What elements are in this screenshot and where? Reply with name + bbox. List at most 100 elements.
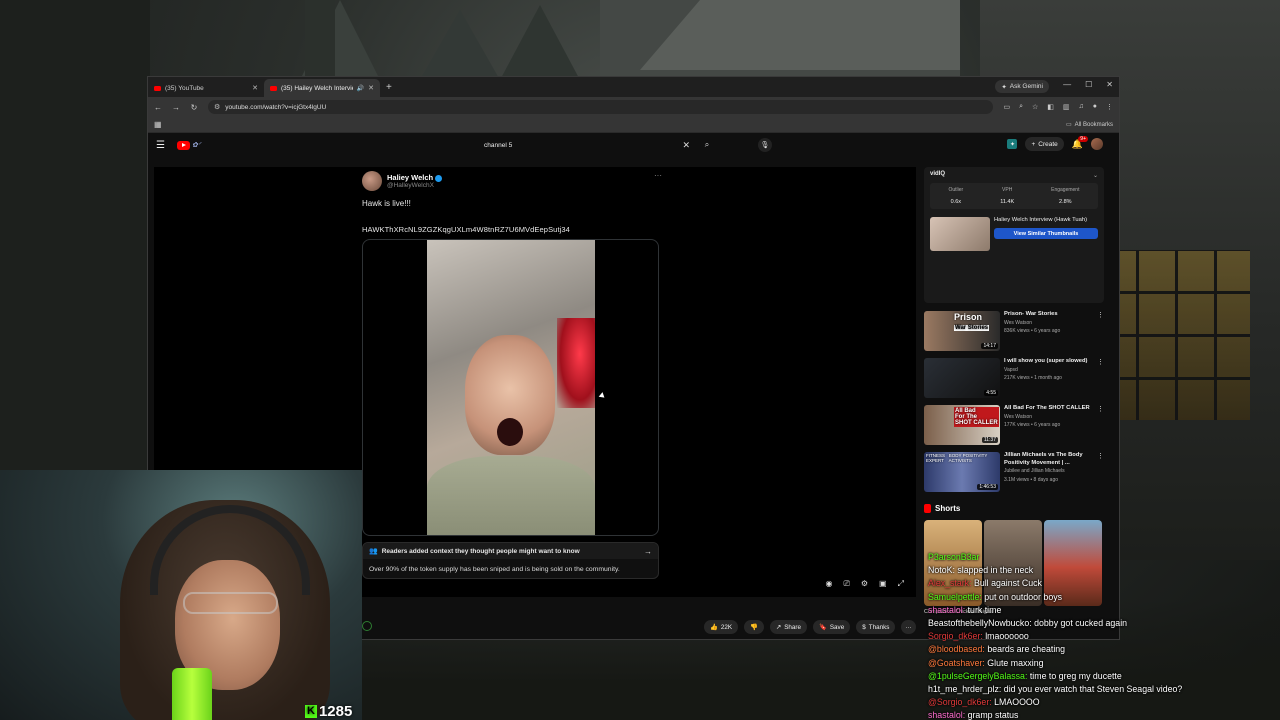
background-window: [1100, 250, 1250, 420]
more-options-icon[interactable]: ⋮: [1097, 311, 1104, 319]
subtitles-icon[interactable]: ⎚: [843, 579, 849, 589]
chat-username: Alex_stark:: [928, 578, 974, 589]
tweet-more-icon: ···: [654, 171, 662, 180]
ask-gemini-button[interactable]: ✦ Ask Gemini: [995, 80, 1049, 93]
gemini-icon: ✦: [1001, 83, 1007, 91]
settings-gear-icon[interactable]: ⚙: [861, 579, 868, 589]
reload-icon[interactable]: ↻: [190, 103, 198, 112]
close-window-icon[interactable]: ✕: [1106, 80, 1113, 89]
sidepanel-icon[interactable]: ▥: [1063, 103, 1070, 111]
channel-name: Wes Watson: [1004, 413, 1033, 420]
chat-message: shastalol: turk time: [928, 604, 1280, 617]
chat-message: Sorgio_dk6er: lmaoooooo: [928, 630, 1280, 643]
thumbs-down-icon: 👎: [750, 624, 758, 631]
all-bookmarks-label: All Bookmarks: [1074, 121, 1113, 128]
search-input[interactable]: channel 5: [480, 137, 682, 153]
chevron-down-icon[interactable]: ⌄: [1093, 172, 1098, 179]
profile-icon[interactable]: ●: [1093, 103, 1097, 111]
all-bookmarks-button[interactable]: ▭ All Bookmarks: [1066, 121, 1113, 129]
channel-name: Jubilee and Jillian Michaels: [1004, 468, 1065, 475]
fullscreen-icon[interactable]: ⤢: [898, 579, 904, 589]
microphone-icon[interactable]: 🎙: [758, 138, 772, 152]
miniplayer-icon[interactable]: ▣: [879, 579, 887, 589]
tweet-card: Haliey Welch @HalleyWelchX ··· Hawk is l…: [362, 167, 662, 580]
apps-grid-icon[interactable]: ▦: [154, 120, 162, 129]
thanks-button[interactable]: $ Thanks: [856, 620, 896, 634]
vidiq-logo: vidIQ: [930, 171, 946, 177]
chat-username: @bloodbased:: [928, 644, 988, 655]
tweet-text: Hawk is live!!!: [362, 199, 411, 208]
chat-text: turk time: [967, 604, 1002, 615]
extension-icon[interactable]: ◧: [1047, 103, 1054, 111]
tab-hailey-welch[interactable]: (35) Hailey Welch Interview 🔊 ✕: [264, 79, 380, 97]
bookmark-star-icon[interactable]: ☆: [1032, 103, 1038, 111]
vidiq-extension-icon[interactable]: ✦: [1007, 139, 1018, 149]
tab-youtube[interactable]: (35) YouTube ✕: [148, 79, 264, 97]
site-info-icon[interactable]: ⚙: [214, 103, 220, 111]
tab-strip: (35) YouTube ✕ (35) Hailey Welch Intervi…: [148, 77, 1119, 97]
chat-text: Glute maxxing: [987, 657, 1044, 668]
video-title: I will show you (super slowed): [1004, 358, 1088, 364]
more-options-icon[interactable]: ⋮: [1097, 358, 1104, 366]
back-icon[interactable]: ←: [154, 103, 162, 112]
stat-outlier: Outlier 0.6x: [948, 187, 964, 205]
view-similar-button[interactable]: View Similar Thumbnails: [994, 228, 1098, 240]
zoom-icon[interactable]: ⌕: [1019, 103, 1023, 111]
youtube-favicon-icon: [154, 85, 161, 91]
chat-text: time to greg my ducette: [1029, 670, 1122, 681]
recommended-list: Prison War Stories 14:17 Prison- War Stor…: [924, 311, 1104, 492]
maximize-icon[interactable]: ☐: [1085, 80, 1092, 89]
status-indicator: [362, 621, 372, 631]
like-button[interactable]: 👍 22K: [704, 620, 739, 634]
chat-text: slapped in the neck: [957, 565, 1034, 576]
new-tab-button[interactable]: +: [380, 79, 398, 97]
youtube-favicon-icon: [270, 85, 277, 91]
chat-username: h1t_me_hrder_plz:: [928, 684, 1004, 695]
more-options-icon[interactable]: ⋮: [1097, 452, 1104, 460]
create-button[interactable]: + Create: [1025, 137, 1064, 151]
video-meta: 177K views • 6 years ago: [1004, 422, 1061, 429]
video-thumbnail: FITNESS BODY POSITIVITY EXPERT ACTIVISTS …: [924, 452, 1000, 492]
autoplay-icon[interactable]: ◉: [825, 579, 832, 589]
dislike-button[interactable]: 👎: [744, 620, 764, 634]
chat-text: gramp status: [967, 710, 1019, 720]
notifications-bell-icon[interactable]: 🔔 9+: [1072, 135, 1088, 150]
like-count: 22K: [720, 623, 733, 631]
duration: 14:17: [981, 343, 998, 349]
search-icon[interactable]: ⌕: [698, 137, 716, 153]
save-button[interactable]: 🔖 Save: [813, 620, 851, 634]
chat-username: Samuelpettle:: [928, 591, 985, 602]
recommended-item[interactable]: Prison War Stories 14:17 Prison- War Stor…: [924, 311, 1104, 351]
thanks-icon: $: [862, 623, 866, 631]
media-icon[interactable]: ♫: [1079, 103, 1084, 111]
chat-overlay: P3arsonB3ar NotoK: slapped in the neck Ale…: [928, 551, 1280, 720]
clear-search-icon[interactable]: ✕: [682, 140, 690, 151]
forward-icon[interactable]: →: [172, 103, 180, 112]
minimize-icon[interactable]: —: [1063, 80, 1071, 89]
menu-icon[interactable]: ⋮: [1106, 103, 1113, 111]
hamburger-menu-icon[interactable]: ☰: [156, 140, 165, 151]
recommended-item[interactable]: 4:55 I will show you (super slowed) Vaps…: [924, 358, 1104, 398]
window-controls: — ☐ ✕: [1063, 80, 1113, 89]
recommended-item[interactable]: All Bad For The SHOT CALLER 11:37 All Bad …: [924, 405, 1104, 445]
url-text: youtube.com/watch?v=icjGtx4lgUU: [225, 103, 327, 111]
account-avatar[interactable]: [1091, 138, 1103, 150]
chat-message: NotoK: slapped in the neck: [928, 564, 1280, 577]
more-actions-icon[interactable]: ···: [901, 620, 916, 634]
share-button[interactable]: ↗ Share: [769, 620, 807, 634]
kick-viewer-count: K 1285: [305, 703, 352, 720]
close-tab-icon[interactable]: ✕: [252, 84, 258, 92]
recommended-item[interactable]: FITNESS BODY POSITIVITY EXPERT ACTIVISTS …: [924, 452, 1104, 492]
speaker-icon[interactable]: 🔊: [357, 85, 364, 92]
cast-icon[interactable]: ▭: [1003, 103, 1010, 111]
community-note: 👥 Readers added context they thought peo…: [362, 542, 659, 580]
bookmarks-bar: ▦ ▭ All Bookmarks: [148, 117, 1119, 133]
chat-message: BeastofthebellyNowbucko: dobby got cucke…: [928, 617, 1280, 630]
close-tab-icon[interactable]: ✕: [368, 84, 374, 92]
plus-icon: +: [1031, 140, 1036, 148]
video-meta: 3.1M views • 8 days ago: [1004, 476, 1058, 483]
youtube-logo[interactable]: ✿ᐟ: [176, 140, 201, 150]
omnibox[interactable]: ⚙ youtube.com/watch?v=icjGtx4lgUU: [208, 100, 994, 114]
more-options-icon[interactable]: ⋮: [1097, 405, 1104, 413]
address-bar-row: ← → ↻ ⚙ youtube.com/watch?v=icjGtx4lgUU …: [148, 97, 1119, 117]
